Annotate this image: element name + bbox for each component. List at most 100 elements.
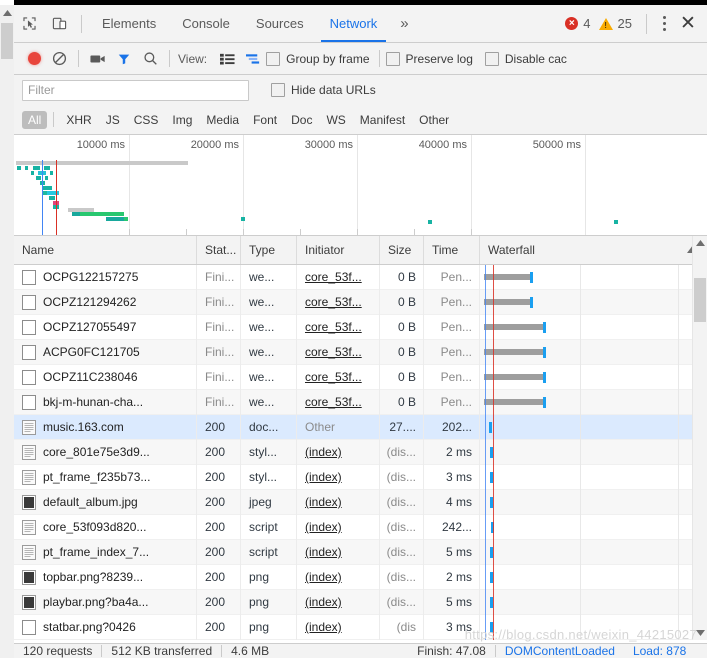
chip-js[interactable]: JS (100, 111, 126, 129)
cell-name[interactable]: OCPZ127055497 (14, 314, 197, 340)
cell-size: 0 B (380, 389, 424, 415)
chip-font[interactable]: Font (247, 111, 283, 129)
tab-elements[interactable]: Elements (89, 5, 169, 42)
cell-name[interactable]: pt_frame_f235b73... (14, 464, 197, 490)
cell-initiator-link[interactable]: (index) (305, 520, 342, 534)
cell-initiator-link[interactable]: (index) (305, 495, 342, 509)
cell-name[interactable]: ACPG0FC121705 (14, 339, 197, 365)
disable-cache-checkbox[interactable]: Disable cac (484, 51, 567, 66)
chip-doc[interactable]: Doc (285, 111, 318, 129)
cell-initiator-link[interactable]: (index) (305, 595, 342, 609)
chip-all[interactable]: All (22, 110, 48, 129)
cell-initiator-link[interactable]: core_53f... (305, 370, 362, 384)
record-button[interactable] (22, 47, 46, 71)
cell-name[interactable]: core_53f093d820... (14, 514, 197, 540)
camera-icon[interactable] (85, 47, 111, 71)
column-header-type[interactable]: Type (241, 236, 297, 264)
load-event-line (493, 289, 494, 315)
chip-xhr[interactable]: XHR (60, 111, 97, 129)
scroll-up-icon[interactable] (693, 236, 707, 250)
column-header-status[interactable]: Stat... (197, 236, 241, 264)
tab-console[interactable]: Console (169, 5, 243, 42)
cell-name[interactable]: statbar.png?0426 (14, 614, 197, 640)
table-scrollbar[interactable] (692, 236, 707, 640)
cell-name[interactable]: playbar.png?ba4a... (14, 589, 197, 615)
cell-size: (dis... (380, 489, 424, 515)
column-header-initiator[interactable]: Initiator (297, 236, 380, 264)
cell-name[interactable]: topbar.png?8239... (14, 564, 197, 590)
chip-media[interactable]: Media (200, 111, 245, 129)
table-row[interactable]: pt_frame_f235b73... 200 styl... (index) (dis… (14, 464, 707, 490)
table-row[interactable]: OCPZ121294262 Fini... we... core_53f... 0 BP… (14, 289, 707, 315)
group-by-frame-label: Group by frame (286, 51, 370, 66)
tab-sources[interactable]: Sources (243, 5, 317, 42)
table-row[interactable]: bkj-m-hunan-cha... Fini... we... core_53f..… (14, 389, 707, 415)
cell-initiator-link[interactable]: (index) (305, 445, 342, 459)
network-overview[interactable]: 10000 ms 20000 ms 30000 ms 40000 ms 5000… (14, 135, 707, 236)
cell-initiator-link[interactable]: (index) (305, 470, 342, 484)
overview-tick-label: 50000 ms (532, 139, 581, 151)
load-event-line (493, 414, 494, 440)
table-row[interactable]: music.163.com 200 doc... Other 27.... 202... (14, 414, 707, 440)
table-row[interactable]: ACPG0FC121705 Fini... we... core_53f... 0 BP… (14, 339, 707, 365)
waterfall-view-icon[interactable] (240, 47, 266, 71)
table-row[interactable]: pt_frame_index_7... 200 script (index) (dis.… (14, 539, 707, 565)
tab-network[interactable]: Network (317, 5, 391, 42)
warning-badge[interactable]: 25 (598, 16, 632, 31)
cell-name[interactable]: core_801e75e3d9... (14, 439, 197, 465)
column-header-size[interactable]: Size (380, 236, 424, 264)
table-row[interactable]: playbar.png?ba4a... 200 png (index) (dis... 5… (14, 589, 707, 615)
cell-initiator-link[interactable]: core_53f... (305, 320, 362, 334)
cell-name[interactable]: bkj-m-hunan-cha... (14, 389, 197, 415)
column-header-waterfall[interactable]: Waterfall (480, 236, 707, 264)
chip-other[interactable]: Other (413, 111, 455, 129)
table-row[interactable]: default_album.jpg 200 jpeg (index) (dis... 4 … (14, 489, 707, 515)
chip-ws[interactable]: WS (320, 111, 351, 129)
device-toolbar-icon[interactable] (44, 10, 74, 38)
cell-initiator-link[interactable]: core_53f... (305, 295, 362, 309)
table-row[interactable]: OCPZ11C238046 Fini... we... core_53f... 0 BP… (14, 364, 707, 390)
table-scrollbar-thumb[interactable] (694, 278, 706, 322)
cell-initiator-link[interactable]: (index) (305, 620, 342, 634)
search-icon[interactable] (137, 47, 163, 71)
table-row[interactable]: topbar.png?8239... 200 png (index) (dis... 2 … (14, 564, 707, 590)
cell-initiator-link[interactable]: (index) (305, 570, 342, 584)
cell-initiator-link[interactable]: core_53f... (305, 345, 362, 359)
cell-initiator-link[interactable]: (index) (305, 545, 342, 559)
table-row[interactable]: statbar.png?0426 200 png (index) (dis 3 ms (14, 614, 707, 640)
chip-img[interactable]: Img (166, 111, 198, 129)
cell-name[interactable]: OCPG122157275 (14, 265, 197, 290)
list-view-icon[interactable] (214, 47, 240, 71)
cell-name[interactable]: OCPZ11C238046 (14, 364, 197, 390)
clear-button[interactable] (46, 47, 72, 71)
scroll-down-icon[interactable] (693, 626, 707, 640)
group-by-frame-checkbox[interactable]: Group by frame (266, 51, 370, 66)
devtools-menu-icon[interactable] (653, 12, 675, 36)
column-header-name[interactable]: Name (14, 236, 197, 264)
filter-input[interactable]: Filter (22, 79, 249, 101)
cell-name[interactable]: pt_frame_index_7... (14, 539, 197, 565)
cursor-select-icon[interactable] (14, 10, 44, 38)
filter-funnel-icon[interactable] (111, 47, 137, 71)
page-scrollbar[interactable] (0, 5, 15, 658)
cell-initiator-link[interactable]: core_53f... (305, 395, 362, 409)
cell-initiator-link[interactable]: core_53f... (305, 270, 362, 284)
chip-manifest[interactable]: Manifest (354, 111, 411, 129)
table-row[interactable]: core_801e75e3d9... 200 styl... (index) (dis.… (14, 439, 707, 465)
cell-name[interactable]: default_album.jpg (14, 489, 197, 515)
cell-name[interactable]: OCPZ121294262 (14, 289, 197, 315)
toolbar-divider-3 (378, 50, 380, 67)
table-row[interactable]: OCPG122157275 Fini... we... core_53f... 0 BP… (14, 265, 707, 290)
close-icon[interactable]: ✕ (675, 12, 701, 36)
image-icon (22, 594, 36, 610)
column-header-time[interactable]: Time (424, 236, 480, 264)
table-row[interactable]: OCPZ127055497 Fini... we... core_53f... 0 BP… (14, 314, 707, 340)
hide-data-urls-checkbox[interactable]: Hide data URLs (271, 83, 376, 97)
more-tabs-icon[interactable]: » (390, 5, 418, 42)
cell-name[interactable]: music.163.com (14, 414, 197, 440)
error-badge[interactable]: × 4 (565, 16, 591, 31)
table-row[interactable]: core_53f093d820... 200 script (index) (dis..… (14, 514, 707, 540)
preserve-log-checkbox[interactable]: Preserve log (385, 51, 473, 66)
scroll-up-icon[interactable] (0, 5, 14, 21)
chip-css[interactable]: CSS (128, 111, 165, 129)
